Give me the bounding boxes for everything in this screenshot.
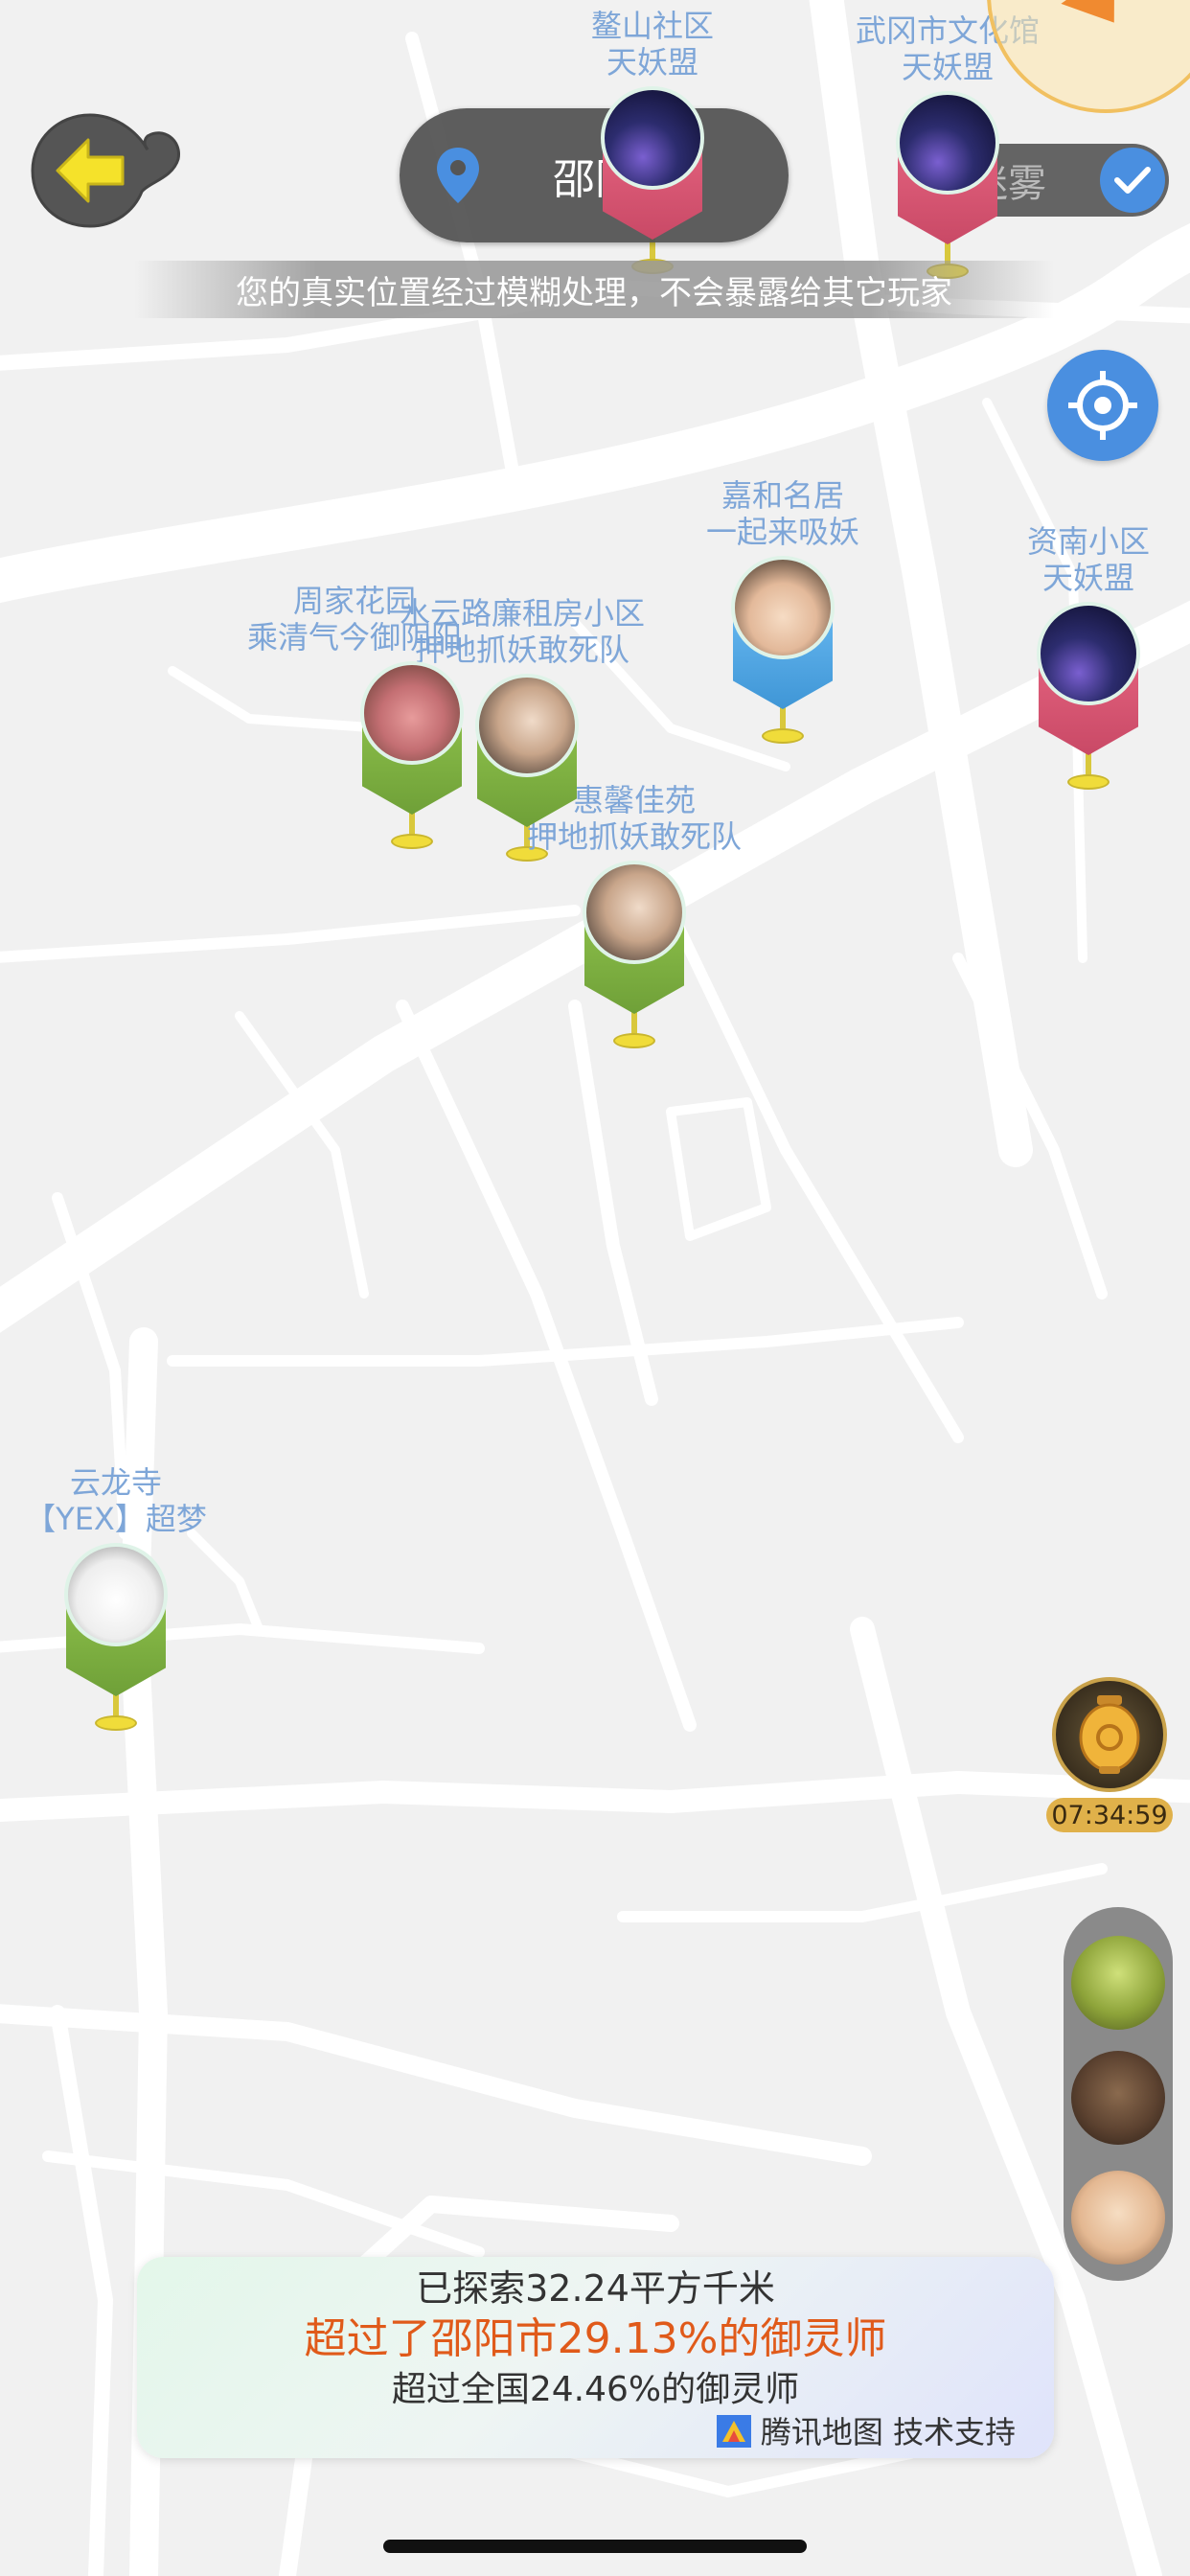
player-avatar	[64, 1543, 168, 1646]
pin-label: 嘉和名居 一起来吸妖	[706, 477, 859, 550]
map-credit: 腾讯地图 技术支持	[713, 2408, 1016, 2452]
pin-base	[613, 1033, 655, 1048]
pin-place-name: 资南小区	[1026, 523, 1151, 560]
pin-group-name: 押地抓妖敢死队	[414, 632, 630, 668]
pin-base	[1067, 774, 1110, 790]
shikigami-avatar-brown-monster[interactable]	[1071, 2051, 1165, 2145]
pin-group-name: 天妖盟	[1041, 560, 1135, 596]
recenter-button[interactable]	[1047, 350, 1158, 461]
player-avatar	[896, 91, 999, 195]
player-avatar	[583, 861, 686, 964]
shikigami-avatar-green-monster[interactable]	[1071, 1936, 1165, 2030]
player-avatar	[731, 556, 835, 659]
city-rank-text: 超过了邵阳市29.13%的御灵师	[304, 2314, 887, 2363]
pin-base	[95, 1715, 137, 1731]
lantern-icon	[1079, 1695, 1140, 1774]
privacy-notice: 您的真实位置经过模糊处理，不会暴露给其它玩家	[134, 261, 1054, 318]
tencent-map-logo-icon	[716, 2415, 751, 2448]
player-avatar	[601, 86, 704, 190]
fog-checkbox[interactable]	[1100, 148, 1165, 213]
location-pin-icon	[437, 148, 479, 203]
pin-label: 云龙寺 【YEX】超梦	[25, 1464, 207, 1537]
explored-area-text: 已探索32.24平方千米	[416, 2267, 775, 2310]
home-indicator[interactable]	[383, 2540, 807, 2553]
locate-target-icon	[1068, 371, 1137, 440]
shikigami-panel	[1064, 1907, 1173, 2281]
pin-label: 水云路廉租房小区 押地抓妖敢死队	[400, 595, 645, 668]
checkmark-icon	[1114, 167, 1151, 194]
lantern-button[interactable]	[1052, 1677, 1167, 1792]
pin-group-name: 【YEX】超梦	[25, 1501, 207, 1537]
back-button[interactable]	[29, 111, 182, 230]
national-rank-text: 超过全国24.46%的御灵师	[391, 2370, 800, 2409]
player-avatar	[1037, 602, 1140, 705]
pin-base	[762, 728, 804, 744]
pin-place-name: 鳌山社区	[590, 8, 715, 44]
pin-place-name: 嘉和名居	[721, 477, 845, 514]
shikigami-avatar-monk[interactable]	[1071, 2171, 1165, 2265]
back-arrow-icon	[31, 113, 180, 228]
pin-label: 资南小区 天妖盟	[1027, 523, 1150, 596]
map-credit-text: 腾讯地图 技术支持	[760, 2414, 1016, 2450]
pin-place-name: 云龙寺	[69, 1464, 163, 1501]
map-background[interactable]	[0, 0, 1190, 2576]
pin-label: 鳌山社区 天妖盟	[591, 8, 714, 80]
pin-place-name: 水云路廉租房小区	[399, 595, 646, 632]
pin-group-name: 天妖盟	[606, 44, 699, 80]
city-selector[interactable]: 邵阳市	[400, 108, 789, 242]
player-avatar	[475, 674, 579, 777]
player-avatar	[360, 661, 464, 765]
pin-group-name: 押地抓妖敢死队	[526, 818, 743, 855]
pin-group-name: 一起来吸妖	[705, 514, 860, 550]
pin-base	[391, 834, 433, 849]
timer-badge: 07:34:59	[1046, 1798, 1173, 1832]
exploration-stats-panel: 已探索32.24平方千米 超过了邵阳市29.13%的御灵师 超过全国24.46%…	[137, 2257, 1054, 2458]
